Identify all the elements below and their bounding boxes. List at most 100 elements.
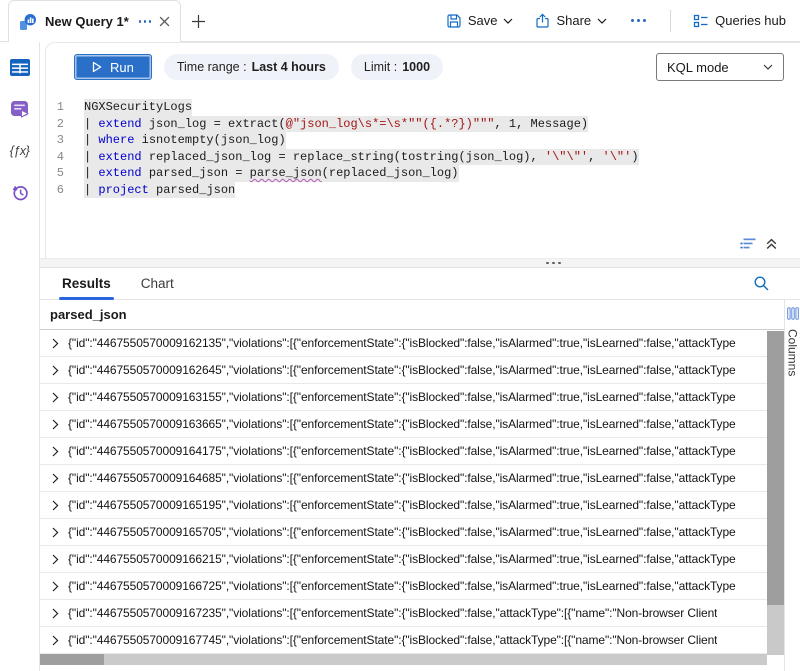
sidebar-item-data-table[interactable] (8, 56, 32, 78)
sidebar-item-saved-scripts[interactable] (8, 98, 32, 120)
table-row[interactable]: {"id":"4467550570009165705","violations"… (40, 519, 767, 546)
row-json-text: {"id":"4467550570009163665","violations"… (68, 417, 736, 431)
chevron-down-icon (763, 64, 773, 70)
toolbar-divider (670, 10, 671, 32)
expand-row-icon[interactable] (52, 392, 59, 403)
expand-row-icon[interactable] (52, 446, 59, 457)
row-json-text: {"id":"4467550570009167235","violations"… (68, 606, 717, 620)
expand-row-icon[interactable] (52, 581, 59, 592)
queries-hub-icon (693, 13, 709, 29)
expand-row-icon[interactable] (52, 473, 59, 484)
tab-results[interactable]: Results (62, 268, 111, 299)
code-text: | extend json_log = extract(@"json_log\s… (84, 116, 588, 133)
code-text: NGXSecurityLogs (84, 99, 192, 116)
table-row[interactable]: {"id":"4467550570009162135","violations"… (40, 330, 767, 357)
save-button[interactable]: Save (446, 13, 514, 29)
run-label: Run (110, 60, 134, 75)
results-rows: {"id":"4467550570009162135","violations"… (40, 330, 767, 654)
query-editor[interactable]: 1 NGXSecurityLogs 2 | extend json_log = ext… (46, 89, 800, 198)
row-json-text: {"id":"4467550570009165705","violations"… (68, 525, 736, 539)
query-mode-select[interactable]: KQL mode (656, 53, 784, 81)
collapse-editor-icon[interactable] (765, 237, 778, 250)
row-json-text: {"id":"4467550570009165195","violations"… (68, 498, 736, 512)
adx-logo-icon (19, 13, 37, 31)
splitter-handle-icon[interactable] (546, 262, 561, 265)
expand-row-icon[interactable] (52, 554, 59, 565)
table-row[interactable]: {"id":"4467550570009164685","violations"… (40, 465, 767, 492)
new-tab-button[interactable] (181, 0, 215, 42)
table-row[interactable]: {"id":"4467550570009165195","violations"… (40, 492, 767, 519)
code-line: 3| where isnotempty(json_log) (46, 132, 800, 149)
time-range-pill[interactable]: Time range : Last 4 hours (164, 54, 339, 80)
tab-chart[interactable]: Chart (141, 268, 174, 299)
query-panel: Run Time range : Last 4 hours Limit : 10… (45, 42, 800, 258)
line-number: 1 (46, 99, 64, 116)
code-text: | extend replaced_json_log = replace_str… (84, 149, 639, 166)
filter-lines-icon[interactable] (740, 238, 756, 250)
expand-row-icon[interactable] (52, 635, 59, 646)
expand-row-icon[interactable] (52, 365, 59, 376)
code-line: 2 | extend json_log = extract(@"json_log\… (46, 116, 800, 133)
query-tab[interactable]: New Query 1* (8, 0, 181, 42)
run-button[interactable]: Run (74, 54, 152, 80)
query-mode-value: KQL mode (667, 60, 729, 75)
save-icon (446, 13, 462, 29)
results-grid: parsed_json {"id":"4467550570009162135",… (40, 300, 784, 671)
table-row[interactable]: {"id":"4467550570009166725","violations"… (40, 573, 767, 600)
table-row[interactable]: {"id":"4467550570009167235","violations"… (40, 600, 767, 627)
code-text: | extend parsed_json = parse_json(replac… (84, 165, 459, 182)
share-icon (535, 13, 550, 29)
table-row[interactable]: {"id":"4467550570009166215","violations"… (40, 546, 767, 573)
limit-pill[interactable]: Limit : 1000 (351, 54, 443, 80)
editor-footer-actions (740, 237, 778, 250)
query-history-icon (10, 183, 30, 203)
vertical-scrollbar[interactable] (767, 331, 784, 655)
sidebar-item-functions[interactable]: {ƒx} (8, 140, 32, 162)
share-button[interactable]: Share (535, 13, 607, 29)
expand-row-icon[interactable] (52, 608, 59, 619)
line-number: 2 (46, 116, 64, 133)
expand-row-icon[interactable] (52, 338, 59, 349)
play-icon (92, 61, 102, 73)
share-label: Share (556, 13, 591, 28)
column-header-parsed-json[interactable]: parsed_json (40, 300, 784, 330)
code-text: | project parsed_json (84, 182, 235, 199)
table-row[interactable]: {"id":"4467550570009163665","violations"… (40, 411, 767, 438)
horizontal-scrollbar[interactable] (40, 654, 767, 665)
search-results-button[interactable] (753, 275, 770, 297)
close-tab-icon[interactable] (159, 16, 170, 27)
queries-hub-button[interactable]: Queries hub (693, 13, 786, 29)
sidebar-item-query-history[interactable] (8, 182, 32, 204)
columns-panel-label: Columns (786, 329, 800, 376)
functions-icon: {ƒx} (10, 144, 30, 158)
row-json-text: {"id":"4467550570009164175","violations"… (68, 444, 736, 458)
expand-row-icon[interactable] (52, 527, 59, 538)
time-range-value: Last 4 hours (252, 60, 326, 74)
line-number: 4 (46, 149, 64, 166)
table-row[interactable]: {"id":"4467550570009162645","violations"… (40, 357, 767, 384)
row-json-text: {"id":"4467550570009162135","violations"… (68, 336, 736, 350)
top-actions: Save Share Queries hub (446, 0, 800, 41)
table-row[interactable]: {"id":"4467550570009167745","violations"… (40, 627, 767, 654)
panel-splitter[interactable] (40, 258, 800, 268)
left-rail: {ƒx} (0, 42, 40, 671)
more-actions-button[interactable] (629, 19, 648, 22)
expand-row-icon[interactable] (52, 419, 59, 430)
horizontal-scrollbar-thumb[interactable] (40, 654, 104, 665)
main-area: Run Time range : Last 4 hours Limit : 10… (40, 42, 800, 671)
columns-panel-toggle[interactable]: Columns (784, 300, 800, 671)
table-icon (10, 59, 30, 76)
limit-value: 1000 (402, 60, 430, 74)
tab-more-icon[interactable] (139, 20, 152, 23)
plus-icon (192, 15, 205, 28)
table-row[interactable]: {"id":"4467550570009164175","violations"… (40, 438, 767, 465)
expand-row-icon[interactable] (52, 500, 59, 511)
code-line: 4 | extend replaced_json_log = replace_st… (46, 149, 800, 166)
results-tab-bar: Results Chart (40, 268, 800, 300)
save-label: Save (468, 13, 498, 28)
vertical-scrollbar-thumb[interactable] (767, 331, 784, 605)
line-number: 5 (46, 165, 64, 182)
results-panel: Results Chart parsed_json {"id":"4467550… (40, 268, 800, 671)
table-row[interactable]: {"id":"4467550570009163155","violations"… (40, 384, 767, 411)
tab-title: New Query 1* (45, 14, 129, 29)
